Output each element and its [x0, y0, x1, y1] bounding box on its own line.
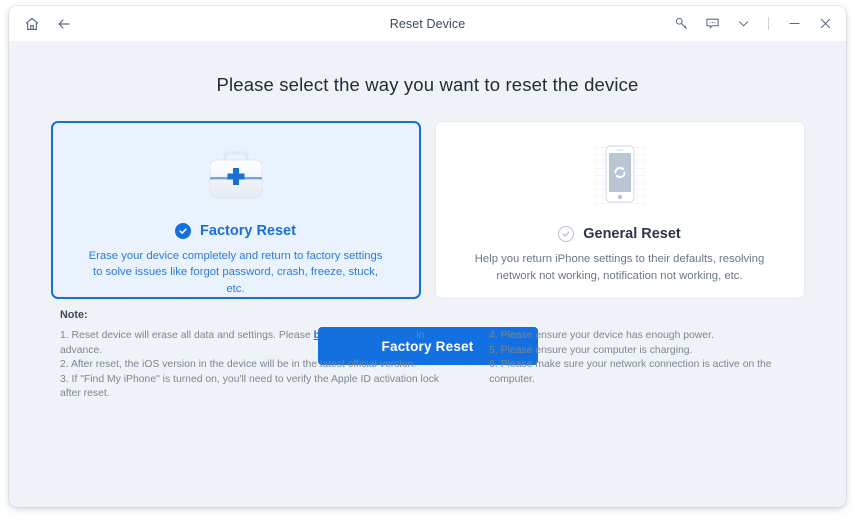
- note-label: Note:: [60, 309, 88, 321]
- phone-refresh-icon: [581, 137, 659, 217]
- chevron-down-icon[interactable]: [734, 15, 752, 33]
- titlebar-left-controls: [23, 15, 73, 33]
- card-factory-reset-header: Factory Reset: [175, 222, 296, 239]
- content-area: Please select the way you want to reset …: [9, 41, 846, 507]
- card-general-reset[interactable]: General Reset Help you return iPhone set…: [434, 121, 805, 299]
- page-title: Please select the way you want to reset …: [216, 74, 639, 95]
- titlebar-divider: [768, 17, 769, 30]
- close-icon[interactable]: [816, 15, 834, 33]
- note-item: 2. After reset, the iOS version in the d…: [60, 359, 417, 371]
- note-columns: 1. Reset device will erase all data and …: [60, 329, 816, 402]
- card-factory-reset-title: Factory Reset: [200, 222, 296, 239]
- note-item: 3. If "Find My iPhone" is turned on, you…: [60, 373, 440, 400]
- note-item: 5. Please ensure your computer is chargi…: [489, 344, 693, 356]
- note-item: 4. Please ensure your device has enough …: [489, 330, 714, 341]
- key-icon[interactable]: [672, 15, 690, 33]
- check-circle-filled-icon: [175, 222, 192, 239]
- card-general-reset-title: General Reset: [583, 226, 681, 242]
- feedback-icon[interactable]: [703, 15, 721, 33]
- title-bar: Reset Device: [9, 6, 846, 41]
- reset-option-cards: Factory Reset Erase your device complete…: [9, 121, 846, 299]
- minimize-icon[interactable]: [785, 15, 803, 33]
- card-factory-reset[interactable]: Factory Reset Erase your device complete…: [50, 121, 421, 299]
- card-general-reset-description: Help you return iPhone settings to their…: [474, 253, 765, 282]
- back-arrow-icon[interactable]: [55, 15, 73, 33]
- titlebar-right-controls: [672, 15, 834, 33]
- first-aid-kit-icon: [197, 138, 275, 214]
- home-icon[interactable]: [23, 15, 41, 33]
- note-column-left: 1. Reset device will erase all data and …: [60, 329, 445, 402]
- backup-your-device-link[interactable]: back up your device: [314, 330, 414, 341]
- note-item-text-before: 1. Reset device will erase all data and …: [60, 330, 314, 341]
- notes-section: Note: 1. Reset device will erase all dat…: [60, 309, 816, 402]
- app-window: Reset Device Please select the way you w…: [9, 6, 846, 507]
- check-circle-outline-icon: [558, 226, 575, 242]
- card-general-reset-header: General Reset: [558, 226, 681, 242]
- note-column-right: 4. Please ensure your device has enough …: [489, 329, 816, 402]
- card-factory-reset-description: Erase your device completely and return …: [88, 249, 383, 295]
- note-item: 6. Please make sure your network connect…: [489, 359, 772, 385]
- note-item: 1. Reset device will erase all data and …: [60, 329, 445, 358]
